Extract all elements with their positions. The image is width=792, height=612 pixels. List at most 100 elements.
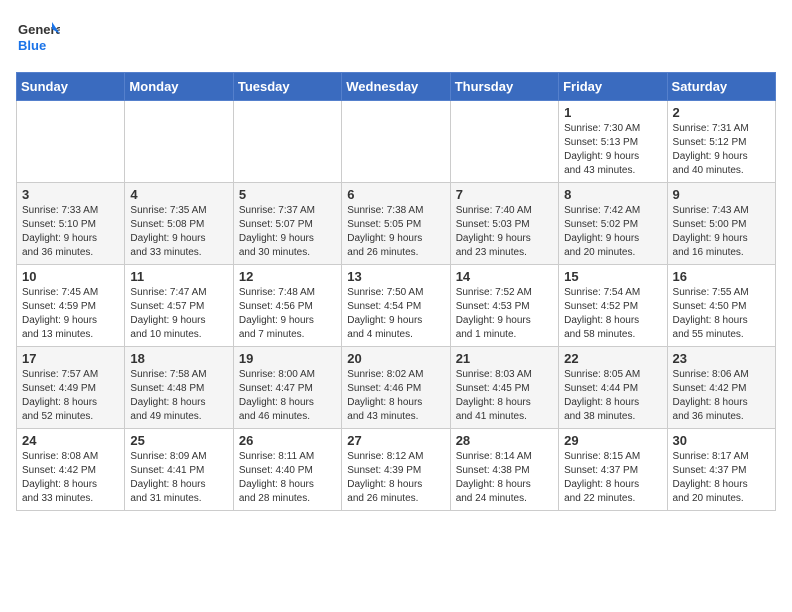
day-info: Sunrise: 8:12 AMSunset: 4:39 PMDaylight:… — [347, 450, 444, 506]
header-row: SundayMondayTuesdayWednesdayThursdayFrid… — [17, 73, 776, 101]
logo-icon: General Blue — [16, 16, 60, 60]
day-info: Sunrise: 7:48 AMSunset: 4:56 PMDaylight:… — [239, 286, 336, 342]
logo: General Blue — [16, 16, 60, 60]
day-number: 30 — [673, 433, 770, 448]
day-number: 24 — [22, 433, 119, 448]
weekday-header-thursday: Thursday — [450, 73, 558, 101]
day-info: Sunrise: 7:47 AMSunset: 4:57 PMDaylight:… — [130, 286, 227, 342]
day-number: 13 — [347, 269, 444, 284]
calendar-cell: 7 Sunrise: 7:40 AMSunset: 5:03 PMDaylight… — [450, 183, 558, 265]
calendar-cell — [450, 101, 558, 183]
day-info: Sunrise: 8:11 AMSunset: 4:40 PMDaylight:… — [239, 450, 336, 506]
calendar-week-3: 10Sunrise: 7:45 AMSunset: 4:59 PMDayligh… — [17, 265, 776, 347]
calendar-cell: 10Sunrise: 7:45 AMSunset: 4:59 PMDayligh… — [17, 265, 125, 347]
day-info: Sunrise: 7:54 AMSunset: 4:52 PMDaylight:… — [564, 286, 661, 342]
calendar-table: SundayMondayTuesdayWednesdayThursdayFrid… — [16, 72, 776, 511]
day-number: 7 — [456, 187, 553, 202]
calendar-cell — [125, 101, 233, 183]
day-info: Sunrise: 8:15 AMSunset: 4:37 PMDaylight:… — [564, 450, 661, 506]
day-number: 8 — [564, 187, 661, 202]
day-number: 23 — [673, 351, 770, 366]
calendar-cell: 19 Sunrise: 8:00 AMSunset: 4:47 PMDayligh… — [233, 347, 341, 429]
day-number: 2 — [673, 105, 770, 120]
day-info: Sunrise: 7:35 AMSunset: 5:08 PMDaylight:… — [130, 204, 227, 260]
calendar-cell: 30 Sunrise: 8:17 AMSunset: 4:37 PMDayligh… — [667, 429, 775, 511]
weekday-header-tuesday: Tuesday — [233, 73, 341, 101]
day-info: Sunrise: 8:08 AMSunset: 4:42 PMDaylight:… — [22, 450, 119, 506]
day-number: 19 — [239, 351, 336, 366]
day-number: 22 — [564, 351, 661, 366]
day-number: 6 — [347, 187, 444, 202]
calendar-cell: 16 Sunrise: 7:55 AMSunset: 4:50 PMDayligh… — [667, 265, 775, 347]
calendar-cell: 9Sunrise: 7:43 AMSunset: 5:00 PMDaylight… — [667, 183, 775, 265]
calendar-cell: 15Sunrise: 7:54 AMSunset: 4:52 PMDayligh… — [559, 265, 667, 347]
calendar-cell: 24 Sunrise: 8:08 AMSunset: 4:42 PMDayligh… — [17, 429, 125, 511]
calendar-header: SundayMondayTuesdayWednesdayThursdayFrid… — [17, 73, 776, 101]
day-number: 11 — [130, 269, 227, 284]
day-info: Sunrise: 7:45 AMSunset: 4:59 PMDaylight:… — [22, 286, 119, 342]
calendar-cell: 29 Sunrise: 8:15 AMSunset: 4:37 PMDayligh… — [559, 429, 667, 511]
calendar-cell: 21Sunrise: 8:03 AMSunset: 4:45 PMDayligh… — [450, 347, 558, 429]
day-number: 18 — [130, 351, 227, 366]
calendar-cell: 23 Sunrise: 8:06 AMSunset: 4:42 PMDayligh… — [667, 347, 775, 429]
day-info: Sunrise: 7:31 AMSunset: 5:12 PMDaylight:… — [673, 122, 770, 178]
calendar-cell: 18 Sunrise: 7:58 AMSunset: 4:48 PMDayligh… — [125, 347, 233, 429]
day-number: 27 — [347, 433, 444, 448]
day-info: Sunrise: 8:00 AMSunset: 4:47 PMDaylight:… — [239, 368, 336, 424]
day-number: 14 — [456, 269, 553, 284]
calendar-cell: 26 Sunrise: 8:11 AMSunset: 4:40 PMDayligh… — [233, 429, 341, 511]
day-number: 29 — [564, 433, 661, 448]
calendar-cell: 27 Sunrise: 8:12 AMSunset: 4:39 PMDayligh… — [342, 429, 450, 511]
day-number: 1 — [564, 105, 661, 120]
day-info: Sunrise: 7:40 AMSunset: 5:03 PMDaylight:… — [456, 204, 553, 260]
svg-text:Blue: Blue — [18, 38, 46, 53]
calendar-cell: 2 Sunrise: 7:31 AMSunset: 5:12 PMDaylight… — [667, 101, 775, 183]
day-number: 4 — [130, 187, 227, 202]
day-number: 5 — [239, 187, 336, 202]
calendar-cell: 12Sunrise: 7:48 AMSunset: 4:56 PMDayligh… — [233, 265, 341, 347]
day-info: Sunrise: 7:38 AMSunset: 5:05 PMDaylight:… — [347, 204, 444, 260]
weekday-header-saturday: Saturday — [667, 73, 775, 101]
day-info: Sunrise: 7:50 AMSunset: 4:54 PMDaylight:… — [347, 286, 444, 342]
day-info: Sunrise: 8:06 AMSunset: 4:42 PMDaylight:… — [673, 368, 770, 424]
day-info: Sunrise: 7:42 AMSunset: 5:02 PMDaylight:… — [564, 204, 661, 260]
calendar-body: 1Sunrise: 7:30 AMSunset: 5:13 PMDaylight… — [17, 101, 776, 511]
day-info: Sunrise: 7:55 AMSunset: 4:50 PMDaylight:… — [673, 286, 770, 342]
day-info: Sunrise: 8:02 AMSunset: 4:46 PMDaylight:… — [347, 368, 444, 424]
calendar-cell: 13 Sunrise: 7:50 AMSunset: 4:54 PMDayligh… — [342, 265, 450, 347]
day-number: 20 — [347, 351, 444, 366]
calendar-cell: 3 Sunrise: 7:33 AMSunset: 5:10 PMDaylight… — [17, 183, 125, 265]
day-info: Sunrise: 8:05 AMSunset: 4:44 PMDaylight:… — [564, 368, 661, 424]
calendar-cell: 28Sunrise: 8:14 AMSunset: 4:38 PMDayligh… — [450, 429, 558, 511]
day-info: Sunrise: 8:14 AMSunset: 4:38 PMDaylight:… — [456, 450, 553, 506]
weekday-header-wednesday: Wednesday — [342, 73, 450, 101]
calendar-week-1: 1Sunrise: 7:30 AMSunset: 5:13 PMDaylight… — [17, 101, 776, 183]
day-number: 9 — [673, 187, 770, 202]
weekday-header-sunday: Sunday — [17, 73, 125, 101]
calendar-cell: 11 Sunrise: 7:47 AMSunset: 4:57 PMDayligh… — [125, 265, 233, 347]
calendar-cell: 25Sunrise: 8:09 AMSunset: 4:41 PMDayligh… — [125, 429, 233, 511]
day-number: 25 — [130, 433, 227, 448]
day-info: Sunrise: 7:57 AMSunset: 4:49 PMDaylight:… — [22, 368, 119, 424]
day-info: Sunrise: 7:52 AMSunset: 4:53 PMDaylight:… — [456, 286, 553, 342]
calendar-cell: 17Sunrise: 7:57 AMSunset: 4:49 PMDayligh… — [17, 347, 125, 429]
page-header: General Blue — [16, 16, 776, 60]
day-info: Sunrise: 7:33 AMSunset: 5:10 PMDaylight:… — [22, 204, 119, 260]
calendar-cell — [233, 101, 341, 183]
calendar-cell: 20 Sunrise: 8:02 AMSunset: 4:46 PMDayligh… — [342, 347, 450, 429]
day-info: Sunrise: 7:58 AMSunset: 4:48 PMDaylight:… — [130, 368, 227, 424]
weekday-header-monday: Monday — [125, 73, 233, 101]
calendar-cell: 14 Sunrise: 7:52 AMSunset: 4:53 PMDayligh… — [450, 265, 558, 347]
calendar-cell: 22 Sunrise: 8:05 AMSunset: 4:44 PMDayligh… — [559, 347, 667, 429]
calendar-cell: 6 Sunrise: 7:38 AMSunset: 5:05 PMDaylight… — [342, 183, 450, 265]
day-number: 26 — [239, 433, 336, 448]
day-number: 3 — [22, 187, 119, 202]
day-number: 21 — [456, 351, 553, 366]
calendar-week-2: 3 Sunrise: 7:33 AMSunset: 5:10 PMDaylight… — [17, 183, 776, 265]
day-number: 16 — [673, 269, 770, 284]
calendar-week-5: 24 Sunrise: 8:08 AMSunset: 4:42 PMDayligh… — [17, 429, 776, 511]
calendar-cell — [17, 101, 125, 183]
calendar-cell: 1Sunrise: 7:30 AMSunset: 5:13 PMDaylight… — [559, 101, 667, 183]
day-info: Sunrise: 8:17 AMSunset: 4:37 PMDaylight:… — [673, 450, 770, 506]
calendar-week-4: 17Sunrise: 7:57 AMSunset: 4:49 PMDayligh… — [17, 347, 776, 429]
